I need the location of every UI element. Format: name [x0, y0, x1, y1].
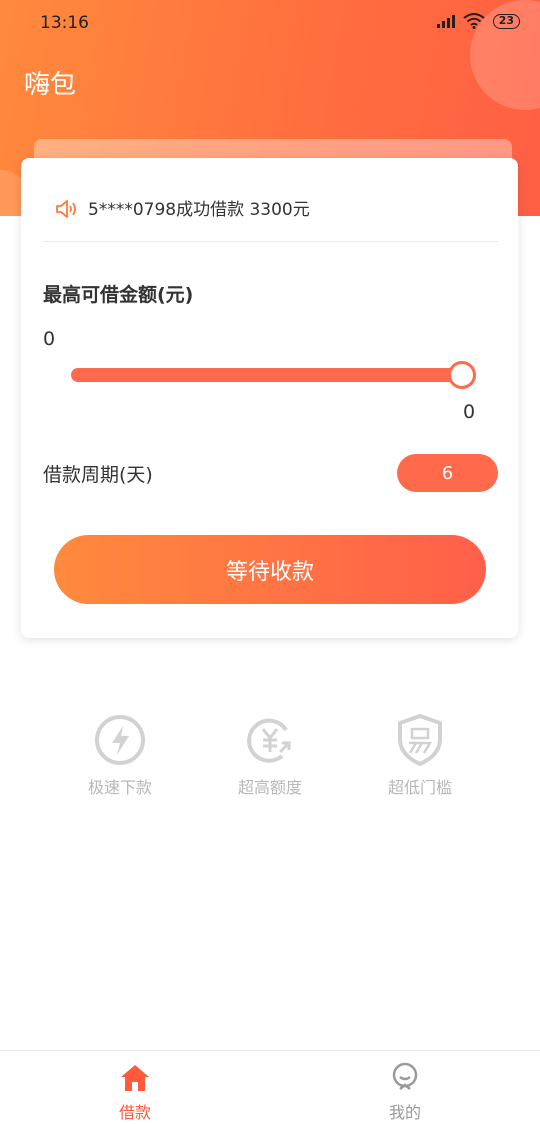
bottom-tab-bar: 借款 我的: [0, 1050, 540, 1124]
feature-label: 超低门槛: [387, 778, 452, 797]
battery-indicator: 23: [492, 13, 520, 29]
loan-card: 5****0798成功借款 3300元 最高可借金额(元) 0 0 借款周期(天…: [21, 158, 518, 638]
feature-list: 极速下款 超高额度 超低门槛: [0, 712, 540, 802]
speaker-icon: [56, 200, 76, 218]
tab-mine[interactable]: 我的: [355, 1061, 455, 1123]
tab-label: 我的: [388, 1103, 421, 1122]
notice-bar: 5****0798成功借款 3300元: [43, 158, 498, 242]
amount-min-value: 0: [43, 328, 56, 350]
yen-arrow-icon: [247, 718, 291, 763]
tab-label: 借款: [118, 1103, 151, 1122]
wifi-icon: [463, 13, 485, 29]
status-bar: 13:16 23: [0, 0, 540, 48]
shield-easy-icon: [398, 713, 442, 767]
status-time: 13:16: [40, 13, 89, 33]
max-amount-label: 最高可借金额(元): [43, 284, 194, 306]
status-icons: 23: [436, 13, 520, 29]
profile-icon: [392, 1062, 418, 1090]
home-icon: [121, 1065, 149, 1091]
app-title: 嗨包: [24, 70, 77, 100]
feature-label: 超高额度: [237, 778, 302, 797]
feature-item: 超低门槛: [360, 712, 480, 798]
loan-period-selector[interactable]: 6: [397, 454, 498, 492]
tab-loan[interactable]: 借款: [85, 1061, 185, 1123]
feature-label: 极速下款: [87, 778, 152, 797]
amount-slider-thumb[interactable]: [448, 361, 476, 389]
amount-slider-track[interactable]: [71, 368, 473, 382]
lightning-icon: [95, 715, 145, 765]
signal-icon: [436, 14, 455, 28]
notice-text: 5****0798成功借款 3300元: [88, 200, 310, 220]
feature-item: 极速下款: [60, 712, 180, 798]
loan-period-label: 借款周期(天): [43, 464, 153, 486]
feature-item: 超高额度: [210, 712, 330, 798]
amount-max-value: 0: [463, 401, 476, 423]
await-payment-button[interactable]: 等待收款: [54, 535, 486, 604]
